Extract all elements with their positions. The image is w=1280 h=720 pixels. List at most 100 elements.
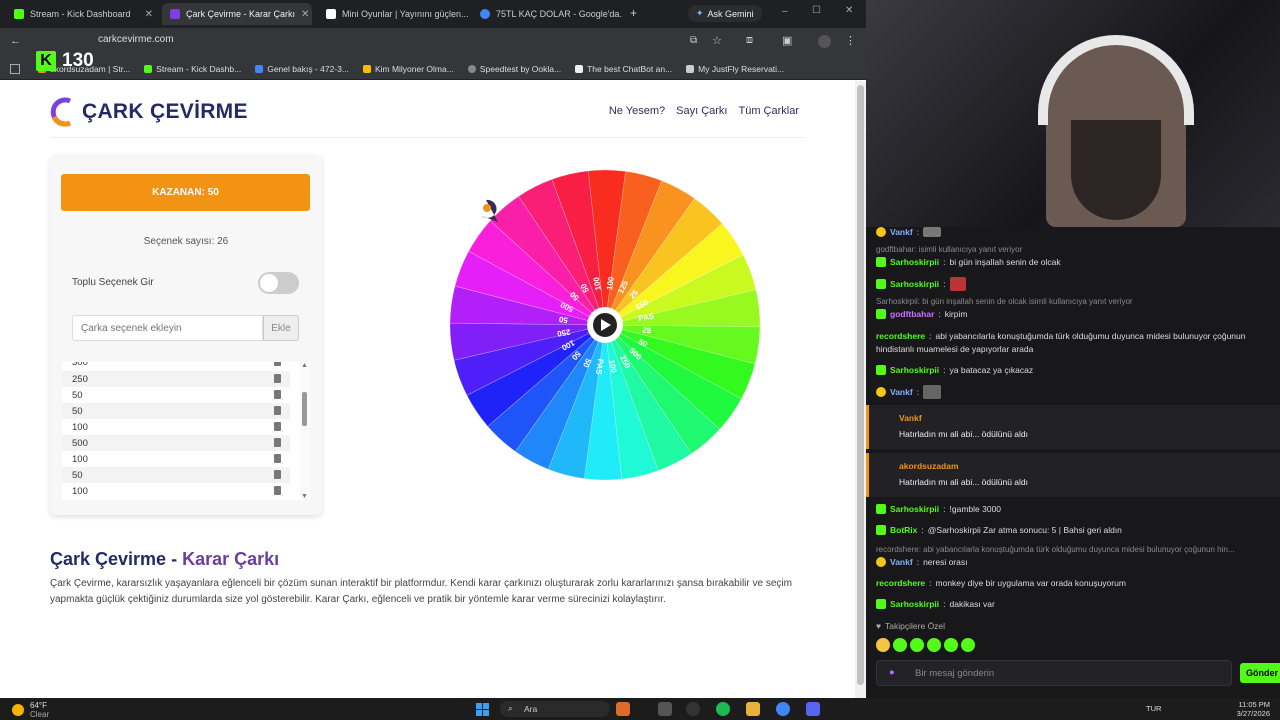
extensions-icon[interactable]: ⧈	[746, 34, 753, 47]
google-favicon-icon	[480, 9, 490, 19]
trash-icon[interactable]	[274, 374, 281, 383]
close-tab-icon[interactable]: ✕	[301, 9, 309, 20]
trash-icon[interactable]	[274, 454, 281, 463]
emote-icon[interactable]	[927, 638, 941, 652]
trash-icon[interactable]	[274, 390, 281, 399]
trash-icon[interactable]	[274, 486, 281, 495]
emote-icon[interactable]	[961, 638, 975, 652]
tab-kick-dashboard[interactable]: Stream - Kick Dashboard ✕	[6, 3, 161, 25]
emote-icon	[949, 277, 966, 291]
microphone-icon[interactable]: ●	[889, 667, 895, 678]
reward-notification: Vankf Hatırladın mı ali abi... ödülünü a…	[866, 405, 1280, 449]
task-view-icon[interactable]	[658, 702, 672, 716]
cark-logo-icon	[50, 97, 72, 127]
cark-favicon-icon	[170, 9, 180, 19]
sidepanel-icon[interactable]: ▣	[782, 34, 792, 47]
back-icon[interactable]: ←	[10, 35, 21, 47]
page-scroll-thumb[interactable]	[857, 85, 864, 685]
file-explorer-icon[interactable]	[746, 702, 760, 716]
list-scroll-thumb[interactable]	[302, 392, 307, 426]
windows-start-icon[interactable]	[476, 703, 489, 716]
maximize-icon[interactable]: ☐	[812, 5, 821, 16]
tab-mini-oyunlar[interactable]: Mini Oyunlar | Yayınını güçlen...✕	[318, 3, 468, 25]
options-panel: KAZANAN: 50 Seçenek sayısı: 26 Toplu Seç…	[50, 155, 322, 515]
bulk-input-label: Toplu Seçenek Gir	[72, 277, 154, 288]
chat-message: Sarhoskirpii: dakikası var	[876, 599, 995, 609]
list-scrollbar[interactable]: ▲ ▼	[300, 362, 310, 500]
weather-widget[interactable]: 64°F Clear	[12, 701, 49, 719]
close-window-icon[interactable]: ✕	[845, 5, 853, 16]
tab-google-search[interactable]: 75TL KAÇ DOLAR - Google'da...✕	[472, 3, 622, 25]
menu-kebab-icon[interactable]: ⋮	[845, 34, 856, 47]
heart-icon: ♥	[876, 621, 882, 631]
new-tab-button[interactable]: +	[630, 6, 637, 20]
gemini-icon: ✦	[696, 8, 704, 18]
tab-cark-cevirme[interactable]: Çark Çevirme - Karar Çarkı ✕	[162, 3, 312, 25]
trash-icon[interactable]	[274, 438, 281, 447]
chrome-icon[interactable]	[776, 702, 790, 716]
chat-message: Vankf:	[876, 227, 942, 237]
bookmark-kick-dashboard[interactable]: Stream - Kick Dashb...	[144, 64, 241, 74]
list-item: 100	[62, 451, 290, 467]
app-icon[interactable]	[616, 702, 630, 716]
followers-only-label: ♥ Takipçilere Özel	[876, 621, 946, 631]
bookmark-kim-milyoner[interactable]: Kim Milyoner Olma...	[362, 64, 454, 74]
discord-icon[interactable]	[806, 702, 820, 716]
emote-icon	[923, 385, 942, 399]
bookmark-genel-bakis[interactable]: Genel bakış - 472-3...	[255, 64, 349, 74]
chat-message-continued: hindistanlı muamelesi de yapıyorlar arad…	[876, 344, 1034, 354]
wheel-pointer-icon	[482, 199, 498, 222]
wheel-label: 25	[642, 325, 653, 335]
nav-ne-yesem[interactable]: Ne Yesem?	[609, 105, 665, 117]
headphones	[1038, 35, 1194, 125]
url-field[interactable]: carkcevirme.com	[98, 34, 174, 45]
chat-message: Vankf:	[876, 385, 942, 399]
list-item: 300	[62, 362, 290, 370]
header-divider	[50, 137, 805, 138]
profile-avatar[interactable]	[818, 35, 831, 48]
add-option-button[interactable]: Ekle	[263, 315, 299, 341]
send-button[interactable]: Gönder	[1240, 663, 1280, 683]
obs-icon[interactable]	[686, 702, 700, 716]
stream-panel: Vankf: godftbahar: isimli kullanıcıya ya…	[866, 0, 1280, 698]
logo-text: ÇARK ÇEVİRME	[82, 100, 248, 123]
trash-icon[interactable]	[274, 362, 281, 366]
trash-icon[interactable]	[274, 470, 281, 479]
kick-favicon-icon	[14, 9, 24, 19]
streamer-beard	[1071, 120, 1161, 220]
chat-message: Vankf: neresi orası	[876, 557, 967, 567]
taskbar-search[interactable]: ⌕ Ara	[500, 701, 610, 717]
chat-input[interactable]: ● Bir mesaj gönderin	[876, 660, 1232, 686]
trash-icon[interactable]	[274, 422, 281, 431]
chat-message: recordshere: abi yabancılarla konuştuğumd…	[876, 331, 1246, 341]
bookmark-justfly[interactable]: My JustFly Reservati...	[686, 64, 784, 74]
emote-icon[interactable]	[893, 638, 907, 652]
add-option-input[interactable]	[72, 315, 263, 341]
trash-icon[interactable]	[274, 406, 281, 415]
page-scrollbar[interactable]	[855, 81, 866, 698]
list-item: 100	[62, 419, 290, 435]
site-logo[interactable]: ÇARK ÇEVİRME	[50, 97, 248, 127]
bookmark-chatbot[interactable]: The best ChatBot an...	[575, 64, 672, 74]
apps-grid-icon[interactable]	[10, 64, 20, 74]
language-indicator[interactable]: TUR	[1146, 704, 1161, 713]
bookmark-star-icon[interactable]: ☆	[712, 34, 722, 47]
emote-icon[interactable]	[910, 638, 924, 652]
emote-icon[interactable]	[876, 638, 890, 652]
close-tab-icon[interactable]: ✕	[145, 9, 153, 20]
ask-gemini-button[interactable]: ✦ Ask Gemini	[688, 5, 762, 22]
scroll-down-icon[interactable]: ▼	[301, 493, 308, 500]
emote-bar	[876, 638, 975, 652]
nav-tum-carklar[interactable]: Tüm Çarklar	[738, 105, 799, 117]
analytics-icon	[255, 64, 264, 73]
install-icon[interactable]: ⧉	[690, 35, 697, 46]
spotify-icon[interactable]	[716, 702, 730, 716]
nav-sayi-carki[interactable]: Sayı Çarkı	[676, 105, 727, 117]
bulk-input-toggle[interactable]	[258, 272, 299, 294]
minimize-icon[interactable]: –	[782, 6, 788, 17]
scroll-up-icon[interactable]: ▲	[301, 362, 308, 369]
clock[interactable]: 11:05 PM 3/27/2026	[1237, 700, 1270, 718]
bookmark-speedtest[interactable]: Speedtest by Ookla...	[467, 64, 561, 74]
emote-icon[interactable]	[944, 638, 958, 652]
moon-icon	[12, 704, 24, 716]
